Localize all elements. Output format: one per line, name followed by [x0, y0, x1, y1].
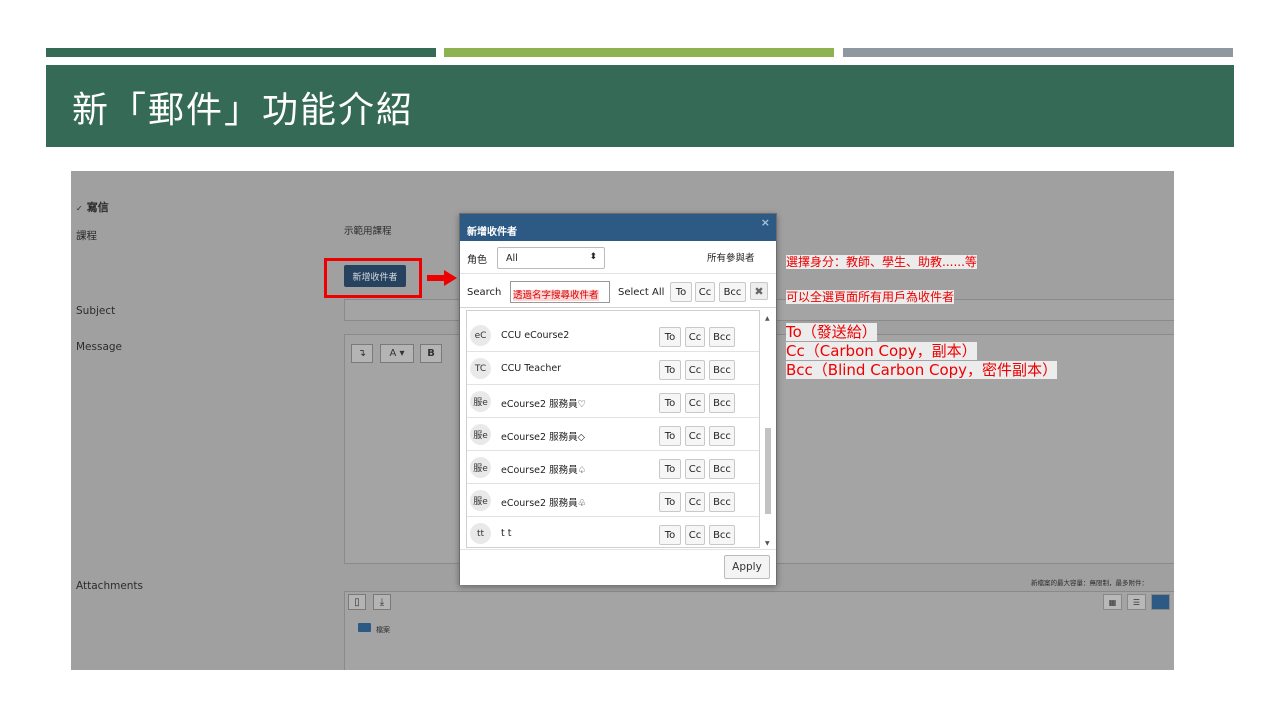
recipient-row: 服e eCourse2 服務員♤ To Cc Bcc	[467, 451, 759, 484]
recipient-name: t t	[501, 528, 512, 539]
recipient-bcc-button[interactable]: Bcc	[709, 525, 735, 545]
recipient-avatar: eC	[470, 325, 491, 346]
recipient-row: 服e eCourse2 服務員♡ To Cc Bcc	[467, 385, 759, 418]
recipient-to-button[interactable]: To	[659, 492, 681, 512]
role-label: 角色	[467, 255, 487, 266]
recipient-cc-button[interactable]: Cc	[685, 426, 705, 446]
list-view-icon[interactable]: ☰	[1127, 594, 1146, 610]
search-row: Search 透過名字搜尋收件者 Select All To Cc Bcc ✖	[460, 274, 776, 308]
scroll-up-icon[interactable]: ▲	[765, 315, 770, 322]
recipient-bcc-button[interactable]: Bcc	[709, 459, 735, 479]
recipient-avatar: 服e	[470, 424, 491, 445]
select-caret-icon: ⬍	[589, 252, 597, 262]
recipient-to-button[interactable]: To	[659, 459, 681, 479]
attachment-limits: 新檔案的最大容量：無限制，最多附件：	[1031, 579, 1148, 587]
add-file-icon[interactable]: ▯	[348, 594, 366, 610]
recipient-name: CCU eCourse2	[501, 330, 570, 341]
recipient-name: eCourse2 服務員♧	[501, 498, 587, 509]
recipient-row: tt t t To Cc Bcc	[467, 517, 759, 547]
search-label: Search	[467, 287, 502, 298]
to-annotation: To（發送給）	[786, 323, 877, 341]
accent-bar-green	[46, 48, 436, 57]
recipient-name: eCourse2 服務員◇	[501, 432, 585, 443]
recipient-avatar: 服e	[470, 457, 491, 478]
recipient-to-button[interactable]: To	[659, 426, 681, 446]
select-all-to-button[interactable]: To	[670, 282, 692, 302]
editor-font-size-button[interactable]: A ▾	[380, 344, 414, 363]
slide: 新「郵件」功能介紹 ✓ 寫信 課程 示範用課程 新增收件者 Subject Mes…	[0, 0, 1280, 720]
recipient-row: 服e eCourse2 服務員♧ To Cc Bcc	[467, 484, 759, 517]
folder-label[interactable]: 檔案	[376, 625, 390, 635]
recipient-row: TC CCU Teacher To Cc Bcc	[467, 352, 759, 385]
bcc-annotation: Bcc（Blind Carbon Copy，密件副本）	[786, 361, 1058, 379]
clear-icon[interactable]: ✖	[750, 282, 768, 300]
recipient-list[interactable]: eC CCU eCourse2 To Cc Bcc TC CCU Teacher To Cc Bc…	[466, 310, 760, 548]
select-all-annotation: 可以全選頁面所有用戶為收件者	[786, 290, 955, 304]
recipient-cc-button[interactable]: Cc	[685, 393, 705, 413]
recipient-bcc-button[interactable]: Bcc	[709, 393, 735, 413]
subject-label: Subject	[76, 305, 116, 317]
search-input[interactable]: 透過名字搜尋收件者	[510, 281, 610, 303]
recipient-name: eCourse2 服務員♤	[501, 465, 587, 476]
recipient-name: CCU Teacher	[501, 363, 562, 374]
recipient-bcc-button[interactable]: Bcc	[709, 327, 735, 347]
course-value: 示範用課程	[344, 226, 392, 237]
filepicker-area[interactable]	[344, 591, 1174, 670]
highlight-frame	[324, 258, 422, 298]
download-icon[interactable]: ⤓	[373, 594, 391, 610]
title-band: 新「郵件」功能介紹	[46, 65, 1234, 147]
scrollbar-thumb[interactable]	[765, 428, 771, 514]
recipient-avatar: 服e	[470, 490, 491, 511]
recipient-cc-button[interactable]: Cc	[685, 459, 705, 479]
recipient-avatar: 服e	[470, 391, 491, 412]
accent-bar-gray	[843, 48, 1233, 57]
accent-bar-lime	[444, 48, 834, 57]
compose-section[interactable]: ✓ 寫信	[76, 199, 109, 215]
recipient-cc-button[interactable]: Cc	[685, 492, 705, 512]
cc-annotation: Cc（Carbon Copy，副本）	[786, 342, 977, 360]
slide-title: 新「郵件」功能介紹	[72, 90, 415, 131]
recipient-row: eC CCU eCourse2 To Cc Bcc	[467, 319, 759, 352]
attachments-label: Attachments	[76, 580, 144, 592]
recipient-bcc-button[interactable]: Bcc	[709, 426, 735, 446]
recipient-cc-button[interactable]: Cc	[685, 525, 705, 545]
editor-bold-button[interactable]: B	[420, 344, 442, 363]
recipient-to-button[interactable]: To	[659, 525, 681, 545]
apply-button[interactable]: Apply	[724, 555, 770, 579]
folder-view-icon[interactable]	[1151, 594, 1170, 610]
red-arrow-icon	[427, 270, 457, 286]
folder-icon[interactable]	[358, 623, 371, 632]
recipient-cc-button[interactable]: Cc	[685, 360, 705, 380]
recipient-row: 服e eCourse2 服務員◇ To Cc Bcc	[467, 418, 759, 451]
recipient-to-button[interactable]: To	[659, 360, 681, 380]
scroll-down-icon[interactable]: ▼	[765, 540, 770, 547]
role-annotation: 選擇身分：教師、學生、助教......等	[786, 255, 977, 269]
add-recipients-dialog: 新增收件者 × 角色 All ⬍ 所有參與者 Search 透過名字搜尋收件者 …	[459, 213, 777, 585]
dialog-footer: Apply	[460, 549, 776, 585]
message-label: Message	[76, 341, 123, 353]
recipient-to-button[interactable]: To	[659, 393, 681, 413]
course-label: 課程	[76, 230, 97, 242]
recipient-bcc-button[interactable]: Bcc	[709, 360, 735, 380]
select-all-bcc-button[interactable]: Bcc	[719, 282, 746, 302]
recipient-avatar: TC	[470, 358, 491, 379]
dialog-title: 新增收件者	[467, 227, 517, 238]
dialog-header: 新增收件者 ×	[460, 214, 776, 241]
recipient-bcc-button[interactable]: Bcc	[709, 492, 735, 512]
role-row: 角色 All ⬍ 所有參與者	[460, 241, 776, 274]
all-participants-label: 所有參與者	[707, 253, 755, 264]
select-all-cc-button[interactable]: Cc	[695, 282, 715, 302]
recipient-to-button[interactable]: To	[659, 327, 681, 347]
role-select[interactable]: All ⬍	[497, 247, 605, 269]
select-all-label: Select All	[618, 287, 665, 298]
grid-view-icon[interactable]: ▦	[1103, 594, 1122, 610]
recipient-cc-button[interactable]: Cc	[685, 327, 705, 347]
recipient-name: eCourse2 服務員♡	[501, 399, 587, 410]
recipient-avatar: tt	[470, 523, 491, 544]
editor-collapse-icon[interactable]: ↴	[351, 344, 373, 363]
close-icon[interactable]: ×	[761, 216, 770, 229]
compose-screenshot: ✓ 寫信 課程 示範用課程 新增收件者 Subject Message ↴ A ▾…	[71, 171, 1174, 670]
